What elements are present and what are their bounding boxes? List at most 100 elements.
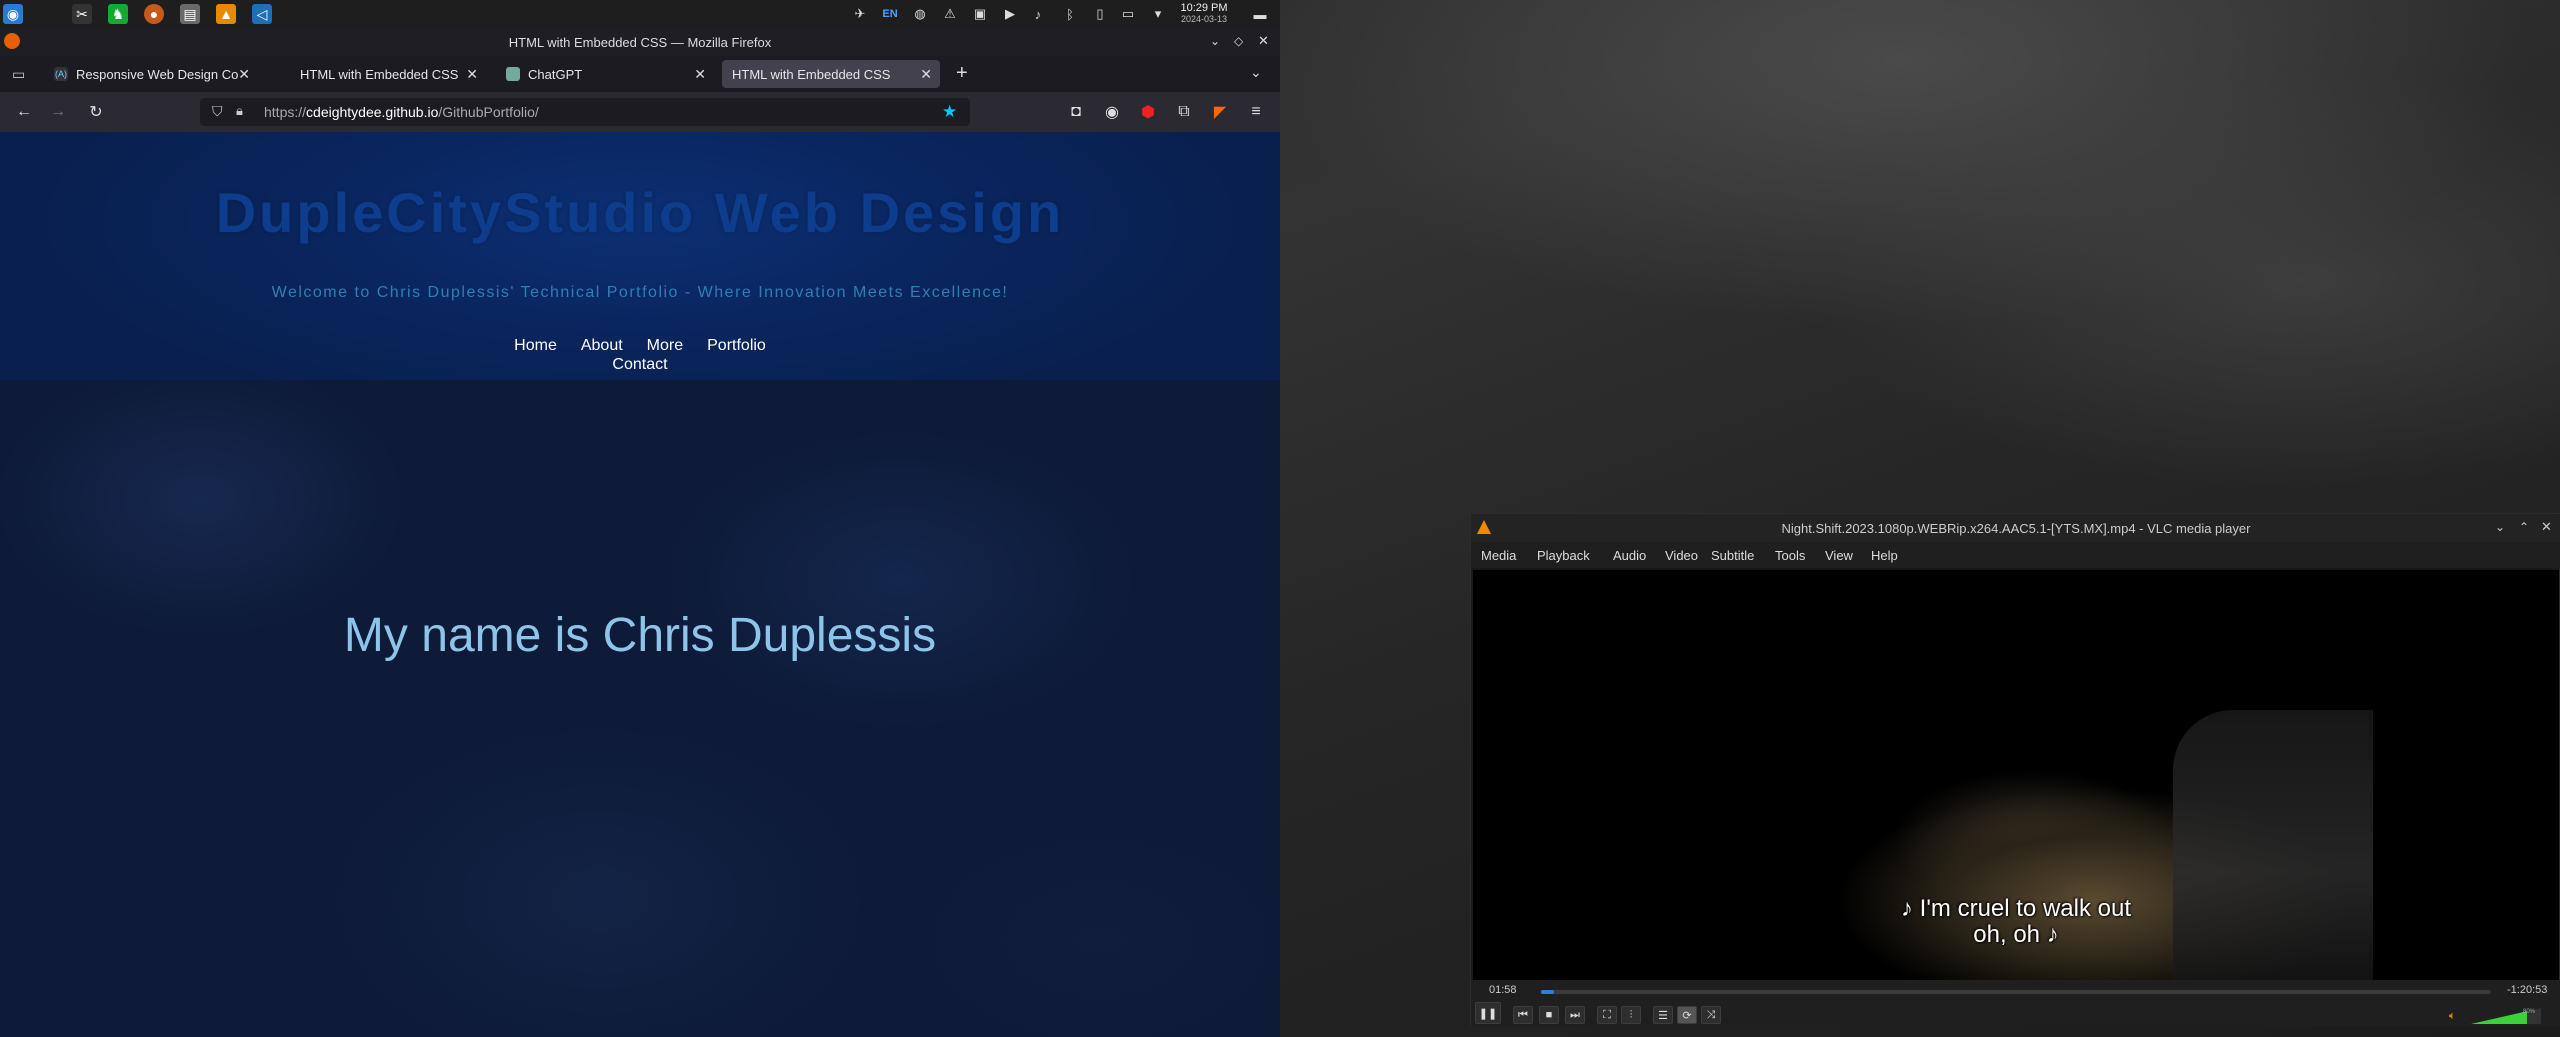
- vlc-menubar: Media Playback Audio Video Subtitle Tool…: [1471, 542, 2560, 568]
- nav-more[interactable]: More: [647, 337, 683, 354]
- remaining-time[interactable]: -1:20:53: [2507, 984, 2547, 996]
- vlc-icon[interactable]: ▲: [216, 4, 236, 24]
- seek-bar[interactable]: [1541, 990, 2491, 994]
- display-icon[interactable]: ▭: [1120, 6, 1136, 22]
- tab-html-embedded-css[interactable]: HTML with Embedded CSS ✕: [268, 60, 486, 88]
- close-icon[interactable]: ✕: [1258, 33, 1269, 49]
- volume-level: [2471, 1011, 2527, 1024]
- tab-label: HTML with Embedded CSS: [300, 66, 459, 82]
- tab-close-icon[interactable]: ✕: [238, 66, 250, 83]
- nav-home[interactable]: Home: [514, 337, 557, 354]
- app-launcher-icon[interactable]: ◉: [3, 4, 23, 24]
- new-tab-icon[interactable]: +: [956, 62, 968, 85]
- loop-button[interactable]: ⟳: [1677, 1006, 1697, 1024]
- window-title: HTML with Embedded CSS — Mozilla Firefox: [508, 34, 772, 50]
- language-indicator[interactable]: EN: [882, 6, 898, 22]
- site-title: DupleCityStudio Web Design: [215, 181, 1065, 244]
- clipboard-icon[interactable]: ▣: [972, 6, 988, 22]
- phone-icon[interactable]: ▯: [1092, 6, 1108, 22]
- back-icon[interactable]: ←: [14, 102, 34, 122]
- next-button[interactable]: ⏭: [1565, 1006, 1585, 1024]
- file-manager-icon[interactable]: ▤: [180, 4, 200, 24]
- pause-button[interactable]: ❚❚: [1475, 1002, 1501, 1024]
- video-area[interactable]: ♪ I'm cruel to walk out oh, oh ♪: [1473, 570, 2559, 980]
- stop-button[interactable]: ■: [1539, 1006, 1559, 1024]
- menu-media[interactable]: Media: [1481, 548, 1516, 563]
- random-button[interactable]: ⤨: [1701, 1006, 1721, 1024]
- vscode-icon[interactable]: ◁: [252, 4, 272, 24]
- fullscreen-button[interactable]: ⛶: [1597, 1006, 1617, 1024]
- show-desktop-icon[interactable]: ▬: [1252, 6, 1268, 22]
- extensions-icon[interactable]: ⧉: [1174, 102, 1194, 122]
- vlc-close-icon[interactable]: ✕: [2541, 519, 2552, 535]
- intro-heading: My name is Chris Duplessis: [343, 609, 937, 662]
- network-icon[interactable]: ◍: [912, 6, 928, 22]
- extended-settings-button[interactable]: ⫶: [1621, 1006, 1641, 1024]
- bookmark-star-icon[interactable]: ★: [942, 102, 957, 122]
- forward-icon[interactable]: →: [48, 102, 68, 122]
- firefox-icon[interactable]: ●: [144, 4, 164, 24]
- clock-date: 2024-03-13: [1180, 14, 1228, 24]
- tab-close-icon[interactable]: ✕: [694, 66, 706, 83]
- menu-view[interactable]: View: [1825, 548, 1853, 563]
- volume-slider[interactable]: 80%: [2471, 1008, 2541, 1024]
- volume-icon[interactable]: ♪: [1030, 6, 1046, 22]
- minimize-icon[interactable]: ⌄: [1210, 34, 1220, 48]
- app-menu-icon[interactable]: ≡: [1246, 102, 1266, 122]
- maximize-icon[interactable]: ◇: [1234, 34, 1243, 48]
- tab-label: HTML with Embedded CSS: [732, 66, 891, 82]
- tray-expand-icon[interactable]: ▾: [1150, 6, 1166, 22]
- firefox-view-icon[interactable]: ▭: [12, 66, 25, 83]
- vlc-controls: 01:58 -1:20:53 ❚❚ ⏮ ■ ⏭ ⛶ ⫶ ☰ ⟳ ⤨ 🔈︎ 80%: [1471, 980, 2560, 1026]
- pocket-icon[interactable]: ◘: [1066, 102, 1086, 122]
- subtitles: ♪ I'm cruel to walk out oh, oh ♪: [1473, 896, 2559, 948]
- volume-label: 80%: [2523, 1009, 2536, 1015]
- tab-html-embedded-css-active[interactable]: HTML with Embedded CSS ✕: [722, 60, 940, 88]
- ublock-icon[interactable]: ⬢: [1138, 102, 1158, 122]
- playlist-button[interactable]: ☰: [1653, 1006, 1673, 1024]
- media-player-icon[interactable]: ▶: [1002, 6, 1018, 22]
- list-tabs-icon[interactable]: ⌄: [1250, 64, 1262, 81]
- navigation-toolbar: ← → ↻ ⛉ 🔒︎ https://cdeightydee.github.io…: [0, 92, 1280, 132]
- site-tagline: Welcome to Chris Duplessis' Technical Po…: [271, 284, 1009, 301]
- firefox-logo-icon: [4, 33, 20, 49]
- nav-contact[interactable]: Contact: [612, 356, 667, 373]
- url-bar[interactable]: ⛉ 🔒︎ https://cdeightydee.github.io/Githu…: [200, 98, 970, 126]
- tab-label: ChatGPT: [528, 66, 583, 82]
- tab-close-icon[interactable]: ✕: [920, 66, 932, 83]
- account-icon[interactable]: ◉: [1102, 102, 1122, 122]
- url-text[interactable]: https://cdeightydee.github.io/GithubPort…: [264, 104, 539, 120]
- clock[interactable]: 10:29 PM 2024-03-13: [1176, 3, 1232, 25]
- menu-tools[interactable]: Tools: [1775, 548, 1805, 563]
- menu-subtitle[interactable]: Subtitle: [1711, 548, 1754, 563]
- subtitle-line-1: ♪ I'm cruel to walk out: [1901, 895, 2131, 922]
- nav-portfolio[interactable]: Portfolio: [707, 337, 766, 354]
- game-icon[interactable]: ♞: [108, 4, 128, 24]
- firefox-window: HTML with Embedded CSS — Mozilla Firefox…: [0, 28, 1280, 1037]
- nav-about[interactable]: About: [581, 337, 623, 354]
- tracking-protection-icon[interactable]: ⛉: [212, 103, 223, 120]
- firefox-titlebar[interactable]: HTML with Embedded CSS — Mozilla Firefox…: [0, 28, 1280, 56]
- vlc-titlebar[interactable]: Night.Shift.2023.1080p.WEBRip.x264.AAC5.…: [1471, 514, 2560, 542]
- lock-icon[interactable]: 🔒︎: [236, 103, 243, 119]
- menu-playback[interactable]: Playback: [1537, 548, 1590, 563]
- mute-icon[interactable]: 🔈︎: [2449, 1010, 2456, 1023]
- vlc-minimize-icon[interactable]: ⌄: [2495, 520, 2505, 534]
- updates-icon[interactable]: ⚠: [942, 6, 958, 22]
- screenshot-tool-icon[interactable]: ✂: [72, 4, 92, 24]
- menu-help[interactable]: Help: [1871, 548, 1898, 563]
- extension-icon[interactable]: ◤: [1210, 102, 1230, 122]
- freecodecamp-icon: (A): [54, 67, 68, 81]
- tab-close-icon[interactable]: ✕: [466, 66, 478, 83]
- vlc-maximize-icon[interactable]: ⌃: [2519, 520, 2529, 534]
- tab-chatgpt[interactable]: ChatGPT ✕: [496, 60, 714, 88]
- menu-video[interactable]: Video: [1665, 548, 1698, 563]
- notification-icon[interactable]: ✈: [852, 6, 868, 22]
- previous-button[interactable]: ⏮: [1513, 1006, 1533, 1024]
- bluetooth-icon[interactable]: ᛒ: [1062, 6, 1078, 22]
- reload-icon[interactable]: ↻: [86, 102, 106, 122]
- menu-audio[interactable]: Audio: [1613, 548, 1646, 563]
- tab-responsive-web-design[interactable]: (A) Responsive Web Design Co ✕: [44, 60, 258, 88]
- elapsed-time[interactable]: 01:58: [1489, 984, 1517, 996]
- site-nav: Home About More Portfolio Contact: [480, 336, 800, 374]
